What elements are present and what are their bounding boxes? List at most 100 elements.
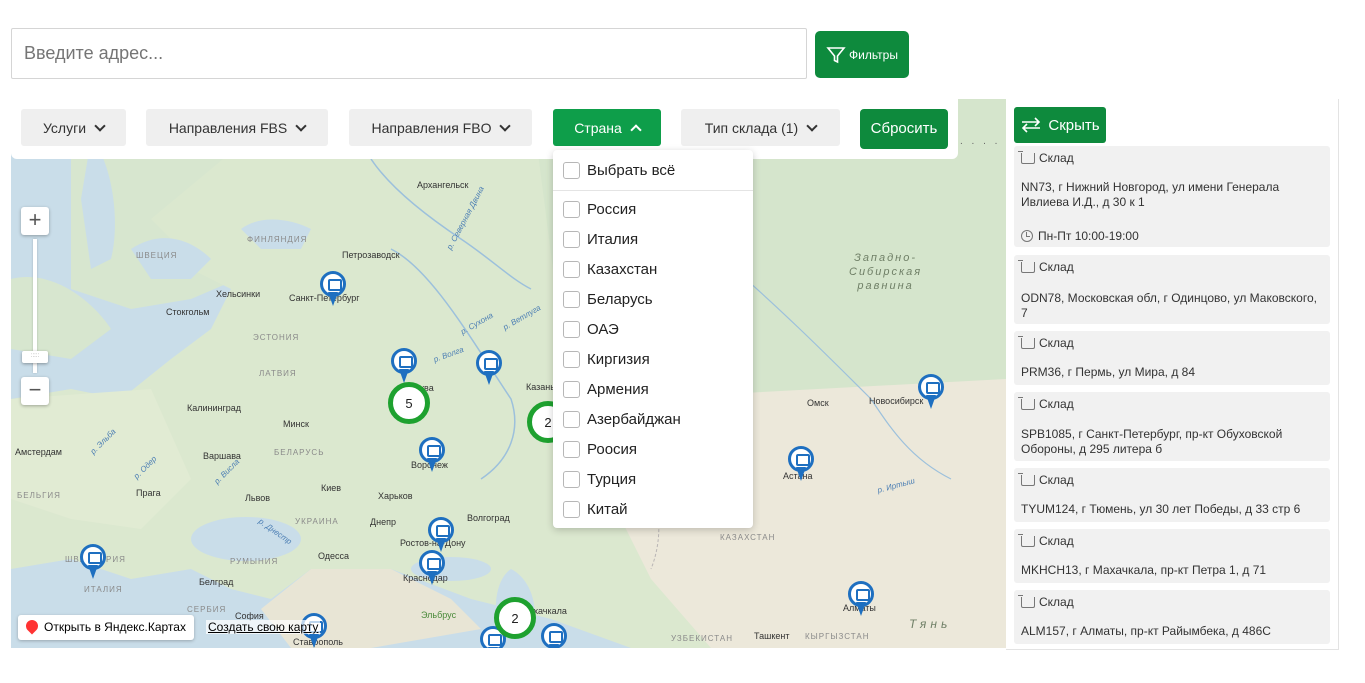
map-label-dnepr: Днепр — [370, 517, 396, 527]
filter-warehouse-type-button[interactable]: Тип склада (1) — [681, 109, 840, 146]
filter-country-button[interactable]: Страна — [553, 109, 661, 146]
warehouse-type: Склад — [1018, 150, 1074, 165]
map-cluster[interactable]: 5 — [388, 382, 430, 424]
warehouse-card[interactable]: Склад SPB1085, г Санкт-Петербург, пр-кт … — [1014, 392, 1330, 461]
filter-fbs-button[interactable]: Направления FBS — [146, 109, 328, 146]
warehouse-card[interactable]: Склад PRM36, г Пермь, ул Мира, д 84 — [1014, 331, 1330, 385]
zoom-slider-track[interactable]: ::::: — [22, 239, 48, 373]
cart-icon — [1018, 396, 1035, 410]
checkbox[interactable] — [563, 260, 580, 278]
map-pin-almaty[interactable] — [848, 581, 874, 617]
dropdown-option-label: Армения — [587, 380, 649, 398]
checkbox[interactable] — [563, 161, 580, 179]
checkbox[interactable] — [563, 410, 580, 428]
map-label-belgium: БЕЛЬГИЯ — [17, 491, 61, 500]
create-your-map-link[interactable]: Создать свою карту — [206, 620, 321, 634]
map-pin-moscow[interactable] — [391, 348, 417, 384]
swap-arrows-icon — [1022, 117, 1041, 133]
dropdown-option[interactable]: Армения — [563, 378, 649, 400]
map-label-latvia: ЛАТВИЯ — [259, 369, 297, 378]
dropdown-option[interactable]: Россия — [563, 198, 636, 220]
warehouse-address: PRM36, г Пермь, ул Мира, д 84 — [1021, 365, 1196, 379]
filters-button-label: Фильтры — [849, 47, 898, 62]
warehouse-type-label: Склад — [1039, 534, 1074, 548]
warehouse-card[interactable]: Склад ODN78, Московская обл, г Одинцово,… — [1014, 255, 1330, 324]
map-label-helsinki: Хельсинки — [216, 289, 261, 299]
funnel-icon — [826, 46, 846, 63]
checkbox[interactable] — [563, 230, 580, 248]
map-label-kazakhstan: КАЗАХСТАН — [720, 533, 776, 542]
checkbox[interactable] — [563, 380, 580, 398]
warehouse-card[interactable]: Склад TYUM124, г Тюмень, ул 30 лет Побед… — [1014, 468, 1330, 522]
chevron-up-icon — [630, 123, 642, 136]
chevron-down-icon — [499, 119, 512, 132]
map-pin-krasnodar[interactable] — [419, 550, 445, 586]
dropdown-option[interactable]: Казахстан — [563, 258, 657, 280]
checkbox[interactable] — [563, 500, 580, 518]
dropdown-option[interactable]: ОАЭ — [563, 318, 619, 340]
map-pin-makhachkala-2[interactable] — [541, 623, 567, 648]
map-label-stockholm: Стокгольм — [166, 307, 210, 317]
dropdown-option-label: Роосия — [587, 440, 638, 458]
dropdown-option[interactable]: Китай — [563, 498, 628, 520]
map-pin-spb[interactable] — [320, 271, 346, 307]
dropdown-option[interactable]: Турция — [563, 468, 636, 490]
filter-fbo-button[interactable]: Направления FBO — [349, 109, 532, 146]
warehouse-address: SPB1085, г Санкт-Петербург, пр-кт Обухов… — [1021, 427, 1283, 456]
open-in-yandex-maps-link[interactable]: Открыть в Яндекс.Картах — [18, 615, 194, 640]
dropdown-option[interactable]: Киргизия — [563, 348, 650, 370]
dropdown-option[interactable]: Беларусь — [563, 288, 653, 310]
filter-services-button[interactable]: Услуги — [21, 109, 126, 146]
warehouse-type-label: Склад — [1039, 151, 1074, 165]
zoom-in-button[interactable]: + — [21, 207, 49, 235]
dropdown-option-label: Азербайджан — [587, 410, 681, 428]
checkbox[interactable] — [563, 470, 580, 488]
map-pin-switzerland[interactable] — [80, 544, 106, 580]
checkbox[interactable] — [563, 350, 580, 368]
map-label-tyan-shan: Тянь — [909, 617, 952, 631]
dropdown-option[interactable]: Италия — [563, 228, 638, 250]
map-label-novosibirsk: Новосибирск — [869, 396, 924, 406]
warehouse-card[interactable]: Склад ALM157, г Алматы, пр-кт Райымбека,… — [1014, 590, 1330, 644]
checkbox[interactable] — [563, 200, 580, 218]
map-label-kyrgyzstan: КЫРГЫЗСТАН — [805, 632, 870, 641]
filters-button[interactable]: Фильтры — [815, 31, 909, 78]
reset-button[interactable]: Сбросить — [860, 109, 948, 149]
checkbox[interactable] — [563, 320, 580, 338]
map-label-finland: ФИНЛЯНДИЯ — [247, 235, 308, 244]
checkbox[interactable] — [563, 440, 580, 458]
warehouse-type: Склад — [1018, 472, 1074, 487]
map-pin-astana[interactable] — [788, 446, 814, 482]
warehouse-list-panel[interactable]: Склад NN73, г Нижний Новгород, ул имени … — [1006, 99, 1339, 650]
dropdown-option[interactable]: Азербайджан — [563, 408, 681, 430]
cart-icon — [1018, 533, 1035, 547]
dropdown-select-all[interactable]: Выбрать всё — [563, 159, 675, 181]
filter-services-label: Услуги — [42, 119, 87, 136]
map-label-odessa: Одесса — [318, 551, 350, 561]
cart-icon — [1018, 150, 1035, 164]
map-view[interactable]: Архангельск ФИНЛЯНДИЯ ШВЕЦИЯ Петрозаводс… — [11, 99, 1006, 648]
dropdown-select-all-label: Выбрать всё — [587, 161, 676, 179]
warehouse-address: ALM157, г Алматы, пр-кт Райымбека, д 486… — [1021, 624, 1271, 638]
warehouse-type-label: Склад — [1039, 336, 1074, 350]
warehouse-card[interactable]: Склад NN73, г Нижний Новгород, ул имени … — [1014, 146, 1330, 247]
map-label-uzbekistan: УЗБЕКИСТАН — [671, 634, 733, 643]
map-pin-voronezh[interactable] — [419, 437, 445, 473]
dropdown-option-label: ОАЭ — [587, 320, 619, 338]
map-cluster[interactable]: 2 — [494, 597, 536, 639]
checkbox[interactable] — [563, 290, 580, 308]
map-pin-nizhny[interactable] — [476, 350, 502, 386]
zoom-out-button[interactable]: − — [21, 377, 49, 405]
map-pin-rostov[interactable] — [428, 517, 454, 553]
warehouse-card[interactable]: Склад MKHCH13, г Махачкала, пр-кт Петра … — [1014, 529, 1330, 583]
zoom-slider-handle[interactable]: ::::: — [22, 351, 48, 363]
dropdown-option-label: Киргизия — [587, 350, 650, 368]
dropdown-option[interactable]: Роосия — [563, 438, 637, 460]
map-pin-novosibirsk[interactable] — [918, 374, 944, 410]
hide-panel-button[interactable]: Скрыть — [1014, 107, 1106, 143]
map-label-ukraine: УКРАИНА — [295, 517, 339, 526]
map-label-kazan: Казань — [526, 382, 555, 392]
chevron-down-icon — [806, 119, 818, 132]
address-search-input[interactable] — [11, 28, 807, 79]
map-label-minsk: Минск — [283, 419, 309, 429]
